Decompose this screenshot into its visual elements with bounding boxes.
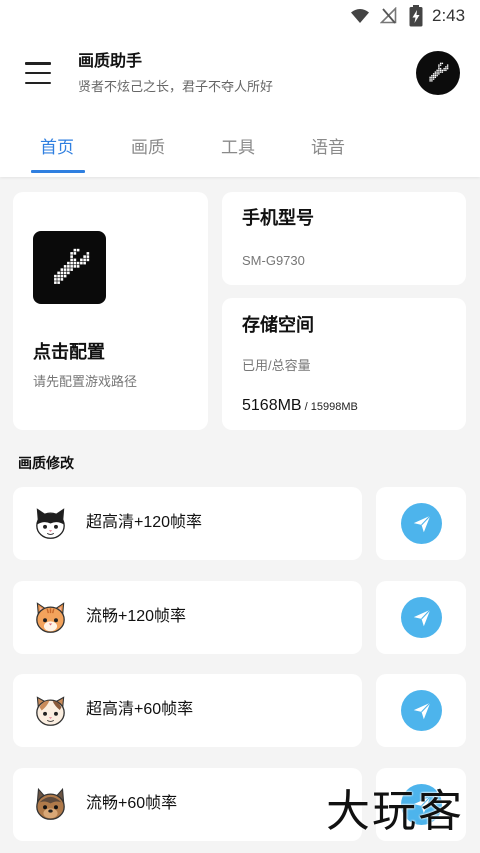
status-time: 2:43	[432, 6, 466, 25]
storage-value: 5168MB / 15998MB	[242, 396, 358, 417]
apply-preset-button[interactable]	[376, 581, 466, 654]
send-icon	[401, 503, 442, 544]
app-subtitle: 贤者不炫己之长，君子不夺人所好	[78, 79, 274, 94]
config-card[interactable]: 点击配置 请先配置游戏路径	[13, 192, 208, 430]
battery-charging-icon	[409, 5, 423, 27]
tab-voice[interactable]: 语音	[288, 137, 368, 159]
wrench-icon	[429, 62, 449, 82]
storage-total: / 15998MB	[301, 401, 358, 413]
tab-home[interactable]: 首页	[17, 137, 97, 159]
config-title: 点击配置	[33, 342, 105, 362]
apply-preset-button[interactable]	[376, 487, 466, 560]
tab-quality[interactable]: 画质	[108, 137, 188, 159]
preset-row[interactable]: 流畅+60帧率	[13, 768, 362, 841]
preset-row[interactable]: 超高清+60帧率	[13, 674, 362, 747]
watermark: 大玩客	[326, 787, 464, 836]
menu-icon[interactable]	[25, 62, 51, 84]
wrench-icon	[53, 248, 89, 284]
app-title: 画质助手	[78, 53, 143, 70]
preset-label: 超高清+60帧率	[86, 701, 194, 718]
config-subtitle: 请先配置游戏路径	[33, 374, 138, 389]
device-card: 手机型号 SM-G9730	[222, 192, 466, 285]
apply-preset-button[interactable]	[376, 674, 466, 747]
tab-tools[interactable]: 工具	[198, 137, 278, 159]
no-signal-icon	[380, 7, 397, 24]
avatar[interactable]	[416, 51, 460, 95]
config-app-icon	[33, 231, 106, 304]
send-icon	[401, 690, 442, 731]
storage-label: 已用/总容量	[242, 358, 311, 373]
section-title: 画质修改	[18, 455, 74, 471]
device-model: SM-G9730	[242, 253, 305, 268]
brown-dog-icon	[36, 787, 65, 820]
orange-cat-icon	[36, 602, 65, 633]
active-tab-indicator	[31, 170, 85, 173]
preset-label: 流畅+60帧率	[86, 795, 178, 812]
preset-label: 流畅+120帧率	[86, 608, 187, 625]
device-title: 手机型号	[242, 208, 314, 228]
storage-card: 存储空间 已用/总容量 5168MB / 15998MB	[222, 298, 466, 430]
preset-row[interactable]: 超高清+120帧率	[13, 487, 362, 560]
black-white-cat-icon	[36, 508, 65, 539]
storage-used: 5168MB	[242, 397, 302, 414]
wifi-icon	[351, 9, 369, 23]
send-icon	[401, 597, 442, 638]
storage-title: 存储空间	[242, 315, 314, 335]
preset-label: 超高清+120帧率	[86, 514, 203, 531]
calico-cat-icon	[36, 696, 65, 726]
preset-row[interactable]: 流畅+120帧率	[13, 581, 362, 654]
